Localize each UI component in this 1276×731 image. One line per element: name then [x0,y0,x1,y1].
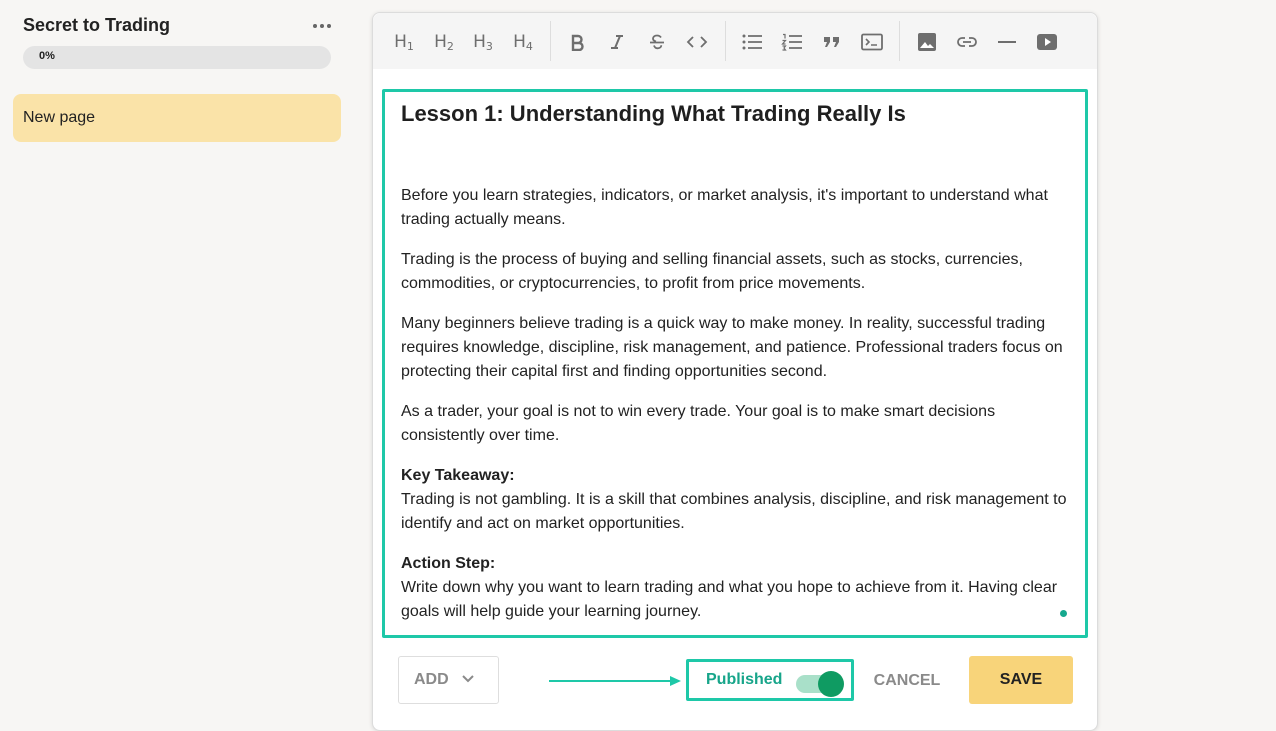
course-progress-bar: 0% [23,46,331,69]
h1-icon: H1 [394,31,414,53]
key-takeaway-block[interactable]: Key Takeaway: Trading is not gambling. It… [401,464,1069,536]
insert-video-button[interactable] [1032,27,1062,57]
action-step-text: Write down why you want to learn trading… [401,579,1058,620]
h3-icon: H3 [473,31,493,53]
lesson-body[interactable]: Lesson 1: Understanding What Trading Rea… [401,100,1069,640]
bold-icon [571,34,584,51]
image-icon [918,33,936,51]
heading-2-button[interactable]: H2 [429,27,459,57]
bullet-list-button[interactable] [737,27,767,57]
annotation-arrow-icon [549,676,681,686]
paragraph[interactable]: Before you learn strategies, indicators,… [401,184,1069,232]
key-takeaway-heading: Key Takeaway: [401,467,515,484]
published-toggle[interactable] [796,671,844,697]
more-options-icon[interactable] [310,14,334,38]
paragraph[interactable]: Trading is the process of buying and sel… [401,248,1069,296]
paragraph[interactable]: As a trader, your goal is not to win eve… [401,400,1069,448]
quote-icon [824,37,839,47]
inline-code-button[interactable] [682,27,712,57]
insert-image-button[interactable] [912,27,942,57]
strikethrough-icon [650,34,664,50]
blockquote-button[interactable] [817,27,847,57]
toolbar-divider [899,21,900,61]
action-step-heading: Action Step: [401,555,496,572]
lesson-editor: H1 H2 H3 H4 Lesson 1: Understanding What… [372,12,1098,731]
sidebar-page-item[interactable]: New page [13,94,341,142]
toggle-knob [818,671,844,697]
ordered-list-button[interactable] [777,27,807,57]
save-button[interactable]: SAVE [969,656,1073,704]
video-icon [1037,34,1057,50]
heading-3-button[interactable]: H3 [468,27,498,57]
course-title: Secret to Trading [23,15,171,35]
bold-button[interactable] [562,27,592,57]
course-sidebar: Secret to Trading 0% New page [0,0,356,731]
formatting-toolbar: H1 H2 H3 H4 [373,13,1097,69]
ordered-list-icon [781,33,802,51]
toolbar-divider [725,21,726,61]
link-icon [957,37,977,47]
h4-icon: H4 [513,31,533,53]
chevron-down-icon [462,675,474,683]
heading-4-button[interactable]: H4 [508,27,538,57]
published-label: Published [706,671,783,688]
strikethrough-button[interactable] [642,27,672,57]
resize-handle[interactable] [1060,610,1067,617]
heading-1-button[interactable]: H1 [389,27,419,57]
cancel-button[interactable]: CANCEL [870,667,944,695]
lesson-title[interactable]: Lesson 1: Understanding What Trading Rea… [401,100,1069,128]
progress-text: 0% [39,50,55,62]
add-label: ADD [414,671,449,688]
horizontal-rule-button[interactable] [992,27,1022,57]
code-icon [686,36,708,48]
paragraph[interactable]: Many beginners believe trading is a quic… [401,312,1069,384]
italic-button[interactable] [602,27,632,57]
horizontal-rule-icon [998,41,1016,43]
code-block-button[interactable] [857,27,887,57]
h2-icon: H2 [434,31,454,53]
terminal-icon [861,33,883,51]
insert-link-button[interactable] [952,27,982,57]
key-takeaway-text: Trading is not gambling. It is a skill t… [401,491,1067,532]
toolbar-divider [550,21,551,61]
italic-icon [611,35,623,49]
add-block-button[interactable]: ADD [398,656,499,704]
published-toggle-group: Published [686,659,854,701]
action-step-block[interactable]: Action Step: Write down why you want to l… [401,552,1069,624]
bullet-list-icon [742,34,762,50]
lesson-content-area[interactable]: Lesson 1: Understanding What Trading Rea… [382,89,1088,638]
